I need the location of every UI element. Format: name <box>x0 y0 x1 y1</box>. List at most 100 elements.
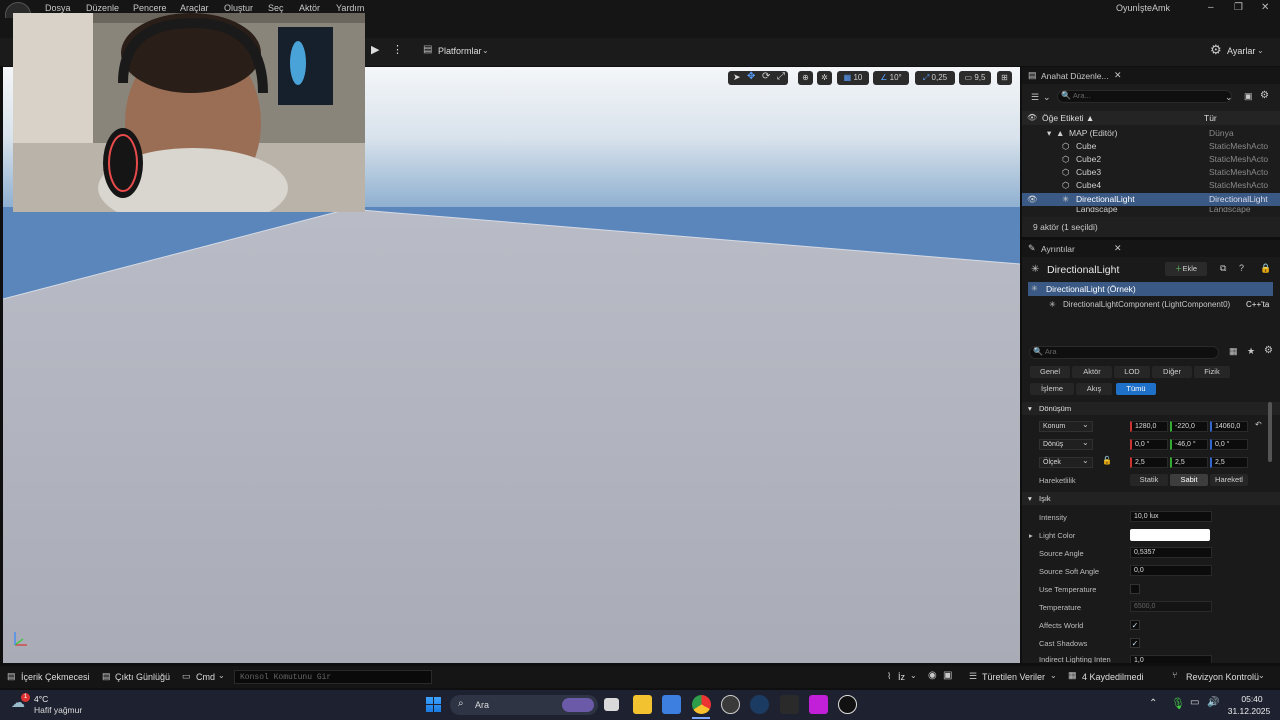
indirect-lighting-field[interactable]: 1,0 <box>1130 655 1212 663</box>
tree-row-cube[interactable]: ⬡ Cube StaticMeshActo <box>1022 140 1280 153</box>
chevron-down-icon[interactable]: ⌄ <box>1225 92 1233 103</box>
intensity-field[interactable]: 10,0 lux <box>1130 511 1212 522</box>
scale-z[interactable]: 2,5 <box>1210 457 1248 468</box>
menu-create[interactable]: Oluştur <box>224 3 253 13</box>
microphone-icon[interactable]: 🎙 <box>1171 697 1185 710</box>
details-scrollbar[interactable] <box>1268 402 1272 462</box>
scale-snap-button[interactable]: ⤢ 0,25 <box>915 71 955 85</box>
steam-icon[interactable] <box>750 695 769 714</box>
taskbar-search[interactable]: ⌕ Ara <box>450 695 598 715</box>
settings-button[interactable]: Ayarlar <box>1227 46 1255 56</box>
cmd-dropdown[interactable]: Cmd <box>196 672 215 682</box>
location-x[interactable]: 1280,0 <box>1130 421 1168 432</box>
expand-icon[interactable]: ▸ <box>1029 531 1033 540</box>
mobility-static[interactable]: Statik <box>1130 474 1168 486</box>
table-view-icon[interactable]: ▦ <box>1229 346 1238 357</box>
col-type-header[interactable]: Tür <box>1204 113 1217 123</box>
output-log-button[interactable]: Çıktı Günlüğü <box>115 672 170 682</box>
trace-button[interactable]: İz <box>898 672 905 682</box>
lock-icon[interactable]: 🔓 <box>1102 456 1112 465</box>
rotation-y[interactable]: -46,0 ° <box>1170 439 1208 450</box>
filter-isleme[interactable]: İşleme <box>1030 383 1074 395</box>
obs-icon[interactable] <box>721 695 740 714</box>
mobility-movable[interactable]: Hareketl <box>1210 474 1248 486</box>
collapse-icon[interactable]: ▾ <box>1047 127 1051 140</box>
filter-fizik[interactable]: Fizik <box>1194 366 1230 378</box>
content-drawer-button[interactable]: İçerik Çekmecesi <box>21 672 90 682</box>
affects-world-checkbox[interactable]: ✓ <box>1130 620 1140 630</box>
gear-icon[interactable]: ⚙ <box>1260 90 1269 101</box>
scale-icon[interactable]: ⤢ <box>777 71 785 82</box>
filter-diger[interactable]: Diğer <box>1152 366 1192 378</box>
col-label-header[interactable]: Öğe Etiketi ▲ <box>1042 113 1094 123</box>
menu-help[interactable]: Yardım <box>336 3 364 13</box>
platforms-button[interactable]: Platformlar <box>438 46 482 56</box>
revision-control-button[interactable]: Revizyon Kontrolü <box>1186 672 1259 682</box>
chevron-up-icon[interactable]: ⌃ <box>1149 698 1157 709</box>
filter-aktor[interactable]: Aktör <box>1072 366 1112 378</box>
filter-akis[interactable]: Akış <box>1076 383 1112 395</box>
eye-icon[interactable]: 👁 <box>1027 193 1038 206</box>
menu-tools[interactable]: Araçlar <box>180 3 209 13</box>
details-tab[interactable]: Ayrıntılar <box>1041 244 1075 254</box>
start-button[interactable] <box>426 697 441 712</box>
tree-row-map[interactable]: ▾ ▲ MAP (Editör) Dünya <box>1022 127 1280 140</box>
translate-icon[interactable]: ✥ <box>747 71 755 82</box>
scale-y[interactable]: 2,5 <box>1170 457 1208 468</box>
section-light[interactable]: ▾ Işık <box>1022 492 1280 505</box>
lock-icon[interactable]: 🔒 <box>1260 263 1271 274</box>
clock-date[interactable]: 31.12.2025 <box>1224 706 1274 716</box>
add-component-button[interactable]: ＋Ekle <box>1165 262 1207 276</box>
minimize-icon[interactable]: – <box>1208 2 1214 13</box>
use-temperature-checkbox[interactable] <box>1130 584 1140 594</box>
location-z[interactable]: 14060,0 <box>1210 421 1248 432</box>
filter-lod[interactable]: LOD <box>1114 366 1150 378</box>
play-icon[interactable]: ▶ <box>371 43 379 56</box>
star-icon[interactable]: ★ <box>1247 346 1255 357</box>
instance-row[interactable]: ✳ DirectionalLight (Örnek) <box>1028 282 1273 296</box>
source-angle-field[interactable]: 0,5357 <box>1130 547 1212 558</box>
viewport-layout-button[interactable]: ⊞ <box>997 71 1012 85</box>
camera-speed-button[interactable]: ▭ 9,5 <box>959 71 991 85</box>
eye-icon[interactable]: 👁 <box>1027 113 1037 122</box>
location-y[interactable]: -220,0 <box>1170 421 1208 432</box>
task-view-icon[interactable] <box>604 698 619 711</box>
rotation-x[interactable]: 0,0 ° <box>1130 439 1168 450</box>
close-icon[interactable]: ✕ <box>1114 243 1122 254</box>
outliner-tab[interactable]: Anahat Düzenle... <box>1041 71 1109 81</box>
filter-icon[interactable]: ☰ <box>1031 92 1039 103</box>
help-icon[interactable]: ? <box>1239 263 1244 273</box>
world-local-button[interactable]: ⊕ <box>798 71 813 85</box>
rotation-snap-button[interactable]: ∠ 10° <box>873 71 909 85</box>
tree-row-cube2[interactable]: ⬡ Cube2 StaticMeshActo <box>1022 153 1280 166</box>
store-icon[interactable] <box>662 695 681 714</box>
unreal-editor-icon[interactable] <box>838 695 857 714</box>
derived-data-button[interactable]: Türetilen Veriler <box>982 672 1045 682</box>
rotate-icon[interactable]: ⟳ <box>762 71 770 82</box>
light-color-swatch[interactable] <box>1130 529 1210 541</box>
play-options-icon[interactable]: ⋮ <box>392 43 403 56</box>
maximize-icon[interactable]: ❐ <box>1234 2 1243 13</box>
cursor-icon[interactable]: ➤ <box>733 72 741 83</box>
epic-games-icon[interactable] <box>780 695 799 714</box>
surface-snap-button[interactable]: ✲ <box>817 71 832 85</box>
rotation-z[interactable]: 0,0 ° <box>1210 439 1248 450</box>
component-label[interactable]: DirectionalLightComponent (LightComponen… <box>1063 300 1230 309</box>
tree-row-cube4[interactable]: ⬡ Cube4 StaticMeshActo <box>1022 179 1280 192</box>
menu-file[interactable]: Dosya <box>45 3 71 13</box>
mobility-stationary[interactable]: Sabit <box>1170 474 1208 486</box>
gear-icon[interactable]: ⚙ <box>1264 345 1273 356</box>
section-transform[interactable]: ▾ Dönüşüm <box>1022 402 1280 415</box>
filter-tumu[interactable]: Tümü <box>1116 383 1156 395</box>
folder-add-icon[interactable]: ▣ <box>1244 91 1253 102</box>
unsaved-button[interactable]: 4 Kaydedilmedi <box>1082 672 1144 682</box>
console-input[interactable]: Konsol Komutunu Gir <box>234 670 432 684</box>
component-cpp-link[interactable]: C++'ta <box>1246 300 1269 309</box>
scale-x[interactable]: 2,5 <box>1130 457 1168 468</box>
filter-genel[interactable]: Genel <box>1030 366 1070 378</box>
tree-row-cube3[interactable]: ⬡ Cube3 StaticMeshActo <box>1022 166 1280 179</box>
close-icon[interactable]: ✕ <box>1114 70 1122 81</box>
close-icon[interactable]: ✕ <box>1261 2 1269 13</box>
clock-time[interactable]: 05:40 <box>1232 694 1272 704</box>
outliner-search[interactable]: 🔍 Ara... <box>1057 90 1232 103</box>
